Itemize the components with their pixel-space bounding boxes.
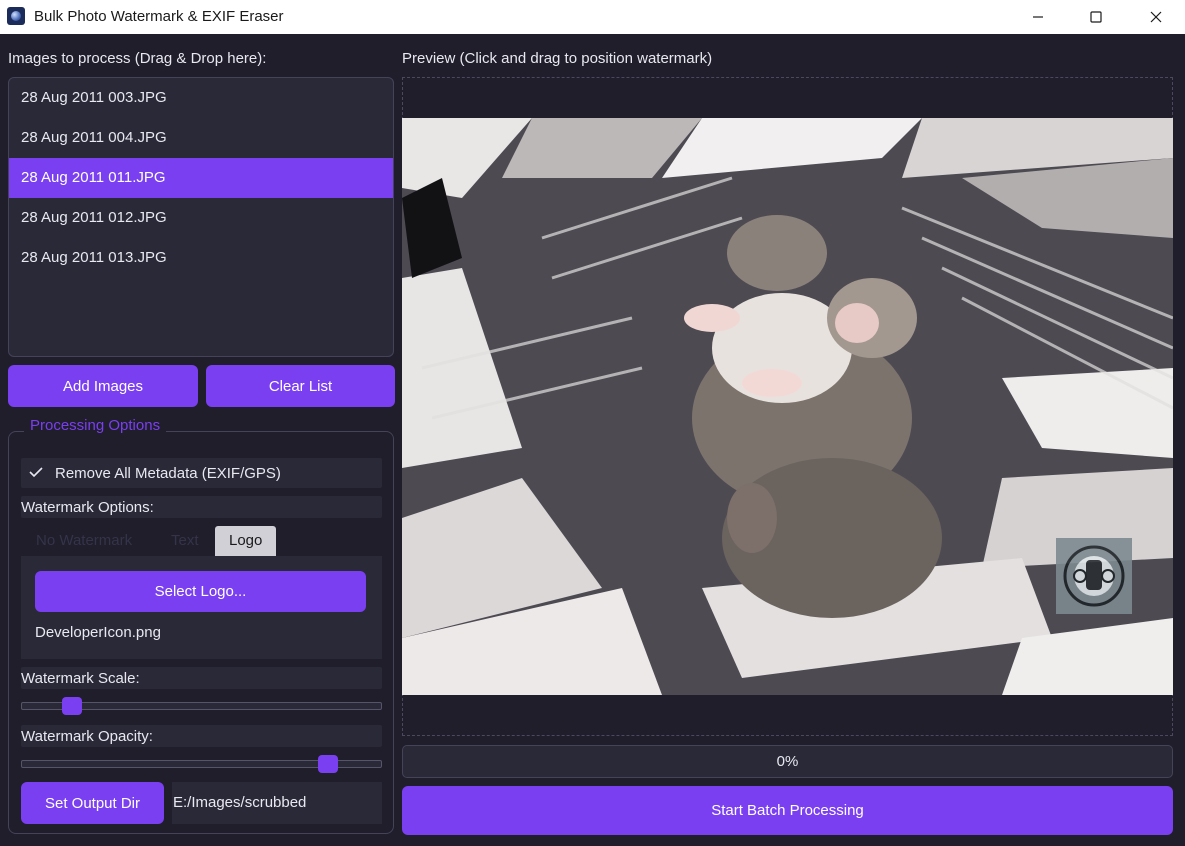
developer-logo-icon bbox=[1063, 545, 1125, 607]
set-output-dir-button[interactable]: Set Output Dir bbox=[21, 782, 164, 824]
close-icon bbox=[1150, 11, 1162, 23]
add-images-button[interactable]: Add Images bbox=[8, 365, 198, 407]
output-path: E:/Images/scrubbed bbox=[172, 782, 382, 824]
maximize-icon bbox=[1090, 11, 1102, 23]
file-list-item[interactable]: 28 Aug 2011 003.JPG bbox=[9, 78, 393, 118]
app-icon bbox=[7, 7, 25, 25]
watermark-scale-handle[interactable] bbox=[61, 697, 82, 715]
file-list-item[interactable]: 28 Aug 2011 013.JPG bbox=[9, 238, 393, 278]
watermark-logo-overlay[interactable] bbox=[1056, 538, 1132, 614]
maximize-button[interactable] bbox=[1067, 0, 1125, 34]
watermark-opacity-handle[interactable] bbox=[317, 755, 338, 773]
images-label: Images to process (Drag & Drop here): bbox=[8, 50, 267, 67]
minimize-icon bbox=[1033, 16, 1043, 18]
file-list[interactable]: 28 Aug 2011 003.JPG 28 Aug 2011 004.JPG … bbox=[8, 77, 394, 357]
watermark-opacity-label: Watermark Opacity: bbox=[21, 728, 153, 745]
file-list-item-selected[interactable]: 28 Aug 2011 011.JPG bbox=[9, 158, 393, 198]
file-list-item[interactable]: 28 Aug 2011 012.JPG bbox=[9, 198, 393, 238]
watermark-scale-label: Watermark Scale: bbox=[21, 670, 140, 687]
remove-metadata-label: Remove All Metadata (EXIF/GPS) bbox=[55, 465, 281, 482]
window-title: Bulk Photo Watermark & EXIF Eraser bbox=[34, 8, 284, 25]
checkmark-icon bbox=[29, 467, 43, 478]
tab-logo[interactable]: Logo bbox=[215, 526, 277, 556]
logo-filename: DeveloperIcon.png bbox=[35, 624, 161, 641]
processing-options-title: Processing Options bbox=[24, 417, 167, 434]
watermark-options-label: Watermark Options: bbox=[21, 499, 154, 516]
watermark-tabs: No Watermark Text Logo bbox=[21, 526, 382, 556]
preview-label: Preview (Click and drag to position wate… bbox=[402, 50, 713, 67]
tab-text[interactable]: Text bbox=[171, 526, 199, 556]
close-button[interactable] bbox=[1127, 0, 1185, 34]
title-bar: Bulk Photo Watermark & EXIF Eraser bbox=[0, 0, 1185, 34]
progress-bar: 0% bbox=[402, 745, 1173, 778]
file-list-item[interactable]: 28 Aug 2011 004.JPG bbox=[9, 118, 393, 158]
minimize-button[interactable] bbox=[1009, 0, 1067, 34]
start-batch-processing-button[interactable]: Start Batch Processing bbox=[402, 786, 1173, 835]
clear-list-button[interactable]: Clear List bbox=[206, 365, 395, 407]
select-logo-button[interactable]: Select Logo... bbox=[35, 571, 366, 612]
tab-no-watermark[interactable]: No Watermark bbox=[36, 526, 132, 556]
